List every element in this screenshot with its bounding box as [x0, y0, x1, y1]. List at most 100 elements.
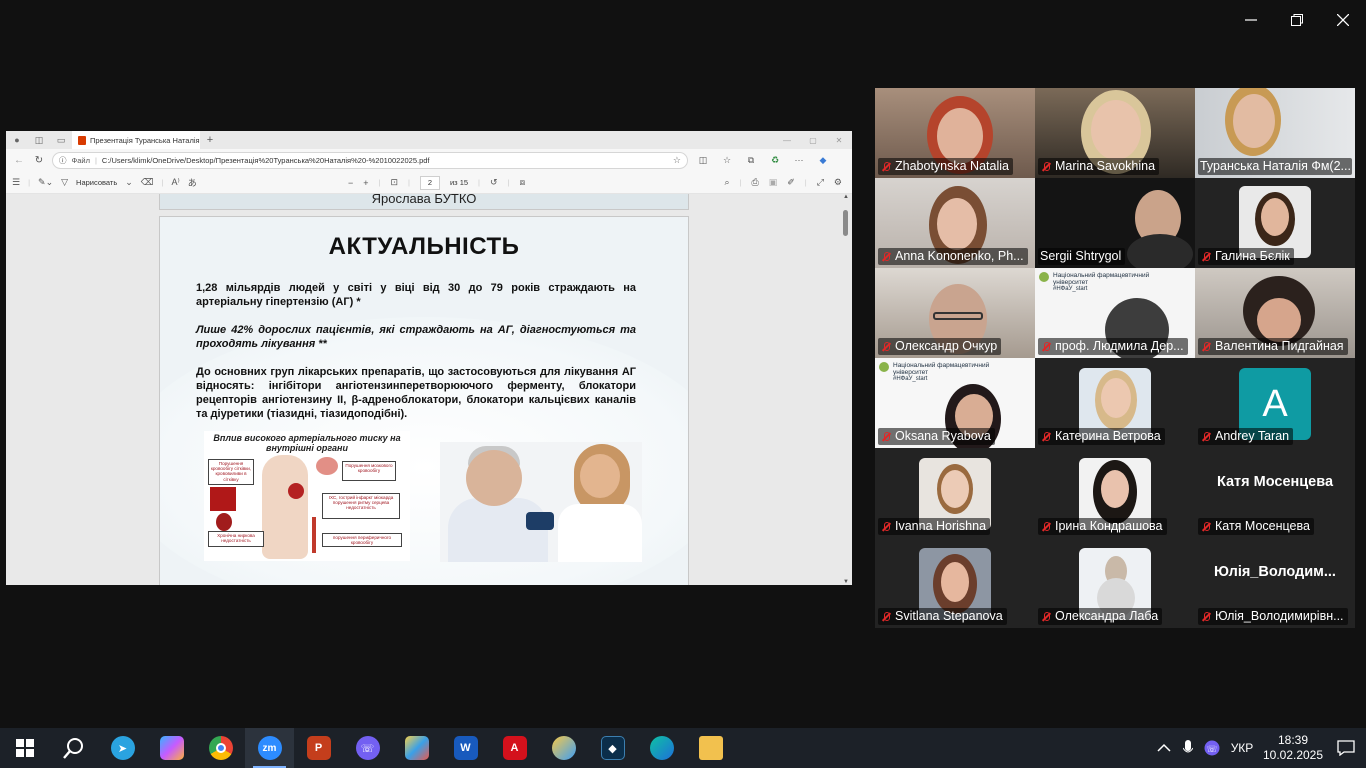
participant-tile[interactable]: Катерина Ветрова [1035, 358, 1195, 448]
fit-page-icon[interactable]: ⊡ [390, 177, 398, 188]
participant-tile[interactable]: A Andrey Taran [1195, 358, 1355, 448]
workspaces-icon[interactable]: ◫ [28, 131, 50, 149]
fullscreen-icon[interactable]: ⤢ [817, 177, 824, 188]
restore-button[interactable] [1274, 0, 1320, 40]
participant-tile[interactable]: Катя Мосенцева Катя Мосенцева [1195, 448, 1355, 538]
draw-dropdown-icon[interactable]: ⌄ [125, 177, 133, 188]
copilot-icon[interactable]: ◆ [814, 155, 832, 166]
viber-tray-icon[interactable]: ☏ [1200, 740, 1224, 756]
participant-tile[interactable]: Anna Kononenko, Ph... [875, 178, 1035, 268]
draw-icon[interactable]: ▽ [61, 177, 68, 188]
more-menu-icon[interactable]: ··· [790, 155, 808, 165]
extensions-icon[interactable]: ♻ [766, 155, 784, 166]
clock[interactable]: 18:39 10.02.2025 [1260, 733, 1326, 763]
participant-tile[interactable]: Marina Savokhina [1035, 88, 1195, 178]
tab-actions-icon[interactable]: ▭ [50, 131, 72, 149]
participant-tile[interactable]: Юлія_Володим... Юлія_Володимирівн... [1195, 538, 1355, 628]
edge-close-icon[interactable]: ✕ [826, 131, 852, 149]
language-indicator[interactable]: УКР [1224, 741, 1260, 755]
participant-tile[interactable]: Ірина Кондрашова [1035, 448, 1195, 538]
desktop: ● ◫ ▭ Презентація Туранська Наталія × + … [0, 0, 1366, 768]
split-screen-icon[interactable]: ◫ [694, 155, 712, 166]
draw-label[interactable]: Нарисовать [76, 178, 117, 187]
print-icon[interactable]: ⎙ [752, 177, 759, 188]
participant-label: Svitlana Stepanova [878, 608, 1007, 625]
participant-tile[interactable]: Галина Бєлік [1195, 178, 1355, 268]
edge-restore-icon[interactable]: ▢ [800, 131, 826, 149]
translate-icon[interactable]: あ [188, 176, 197, 189]
participant-label: Олександра Лаба [1038, 608, 1163, 625]
taskbar-acrobat[interactable]: A [490, 728, 539, 768]
scroll-down-icon[interactable]: ▼ [842, 579, 850, 585]
page-view-icon[interactable]: ⧈ [520, 177, 526, 188]
kidney-icon [216, 513, 232, 531]
participant-tile[interactable]: Олександр Очкур [875, 268, 1035, 358]
taskbar-powerpoint[interactable]: P [294, 728, 343, 768]
svg-text:☏: ☏ [1206, 745, 1217, 755]
back-icon[interactable]: ← [12, 155, 26, 166]
pdf-page-slide: АКТУАЛЬНІСТЬ 1,28 мільярдів людей у світ… [159, 216, 689, 585]
favorites-icon[interactable]: ☆ [718, 155, 736, 166]
highlight-icon[interactable]: ✎⌄ [38, 177, 53, 188]
taskbar-explorer[interactable] [686, 728, 735, 768]
participant-tile[interactable]: Svitlana Stepanova [875, 538, 1035, 628]
show-hidden-icons-icon[interactable] [1152, 743, 1176, 753]
taskbar-word[interactable]: W [441, 728, 490, 768]
participant-tile[interactable]: Валентина Пидгайная [1195, 268, 1355, 358]
read-aloud-icon[interactable]: A⁾ [171, 177, 179, 188]
banner-text: Національний фармацевтичний університет [893, 362, 990, 376]
participant-tile[interactable]: Ivanna Horishna [875, 448, 1035, 538]
notifications-button[interactable] [1326, 740, 1366, 756]
participant-tile[interactable]: Національний фармацевтичний університет … [875, 358, 1035, 448]
zoom-in-icon[interactable]: + [363, 178, 368, 188]
search-icon[interactable]: ⌕ [725, 177, 730, 188]
taskbar-chrome[interactable] [196, 728, 245, 768]
pdf-viewer[interactable]: Ярослава БУТКО АКТУАЛЬНІСТЬ 1,28 мільярд… [6, 194, 852, 585]
taskbar-dell[interactable]: ◆ [588, 728, 637, 768]
participant-tile[interactable]: Zhabotynska Natalia [875, 88, 1035, 178]
settings-icon[interactable]: ⚙ [834, 177, 842, 188]
page-number-input[interactable]: 2 [419, 175, 440, 190]
taskbar-telegram[interactable]: ➤ [98, 728, 147, 768]
microphone-icon[interactable] [1176, 740, 1200, 756]
refresh-icon[interactable]: ↻ [32, 155, 46, 166]
save-icon[interactable]: ▣ [769, 177, 778, 188]
favorite-star-icon[interactable]: ☆ [673, 155, 681, 166]
taskbar-zoom[interactable]: zm [245, 728, 294, 768]
mic-muted-icon [1040, 611, 1052, 623]
taskbar-photos[interactable] [539, 728, 588, 768]
contents-icon[interactable]: ☰ [12, 177, 20, 188]
close-button[interactable] [1320, 0, 1366, 40]
save-as-icon[interactable]: ✐ [787, 177, 795, 188]
collections-icon[interactable]: ⧉ [742, 155, 760, 166]
start-button[interactable] [0, 728, 49, 768]
participant-tile[interactable]: Олександра Лаба [1035, 538, 1195, 628]
tab-pdf[interactable]: Презентація Туранська Наталія × [72, 131, 200, 149]
pdf-scrollbar[interactable]: ▲ ▼ [842, 194, 850, 585]
new-tab-button[interactable]: + [200, 134, 220, 146]
scroll-thumb[interactable] [843, 210, 848, 236]
zoom-out-icon[interactable]: − [348, 178, 353, 188]
taskbar-copilot[interactable] [147, 728, 196, 768]
url-field[interactable]: ⓘ Файл | C:/Users/klimk/OneDrive/Desktop… [52, 151, 688, 169]
telegram-icon: ➤ [110, 736, 135, 760]
taskbar-paint[interactable] [392, 728, 441, 768]
minimize-button[interactable] [1228, 0, 1274, 40]
participant-tile[interactable]: Sergii Shtrygol [1035, 178, 1195, 268]
search-button[interactable] [49, 728, 98, 768]
start-icon [15, 739, 34, 757]
participant-label: Ivanna Horishna [878, 518, 991, 535]
scroll-up-icon[interactable]: ▲ [842, 194, 850, 200]
erase-icon[interactable]: ⌫ [141, 177, 154, 188]
profile-icon[interactable]: ● [6, 131, 28, 149]
participant-label: проф. Людмила Дер... [1038, 338, 1188, 355]
chrome-icon [208, 736, 233, 760]
edge-minimize-icon[interactable]: — [774, 131, 800, 149]
taskbar-edge[interactable] [637, 728, 686, 768]
participant-label: Юлія_Володимирівн... [1198, 608, 1348, 625]
participant-tile-active-speaker[interactable]: Туранська Наталія Фм(2... [1195, 88, 1355, 178]
taskbar-viber[interactable]: ☏ [343, 728, 392, 768]
rotate-icon[interactable]: ↺ [490, 177, 498, 188]
participant-tile[interactable]: Національний фармацевтичний університет … [1035, 268, 1195, 358]
edge-window-controls: — ▢ ✕ [774, 131, 852, 149]
